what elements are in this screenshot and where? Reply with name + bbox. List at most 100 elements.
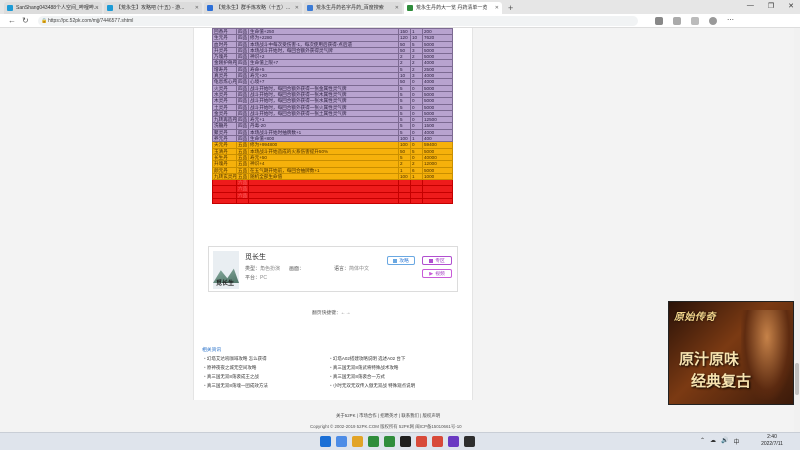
game-type: 类型：角色扮演 (245, 266, 281, 272)
maximize-button[interactable]: ❐ (768, 2, 774, 10)
zone-button[interactable]: 专区 (422, 256, 452, 265)
collections-icon[interactable] (691, 17, 699, 25)
table-cell (236, 197, 249, 205)
table-cell (410, 197, 423, 205)
tab-title: 【荒永生】群手炼攻略（十五）... (216, 5, 291, 11)
table-cell: 四品 (236, 28, 249, 36)
page-jump-hint: 翻页快捷键：←→ (312, 311, 351, 316)
related-news-link[interactable]: 小时无双无双传入傲无双战 特殊观点说明 (330, 381, 415, 390)
related-news-link[interactable]: 真三国无双8荡袭合一方式 (330, 372, 415, 381)
table-cell: 九转玄灵丹 (212, 172, 237, 181)
taskbar-app-icon[interactable] (368, 436, 379, 447)
close-tab-icon[interactable]: ✕ (495, 2, 499, 14)
table-cell: 四品 (236, 53, 249, 61)
address-bar: ← ↻ 🔒 https://pc.52pk.com/mjj/7446577.sh… (0, 14, 800, 28)
related-news-link[interactable]: 幻塔艾达吼咖啡攻略 怎么获得 (204, 354, 268, 363)
gift-icon (429, 258, 434, 263)
toolbar-icons: ⋯ (655, 17, 734, 25)
network-icon[interactable]: ☁ (710, 437, 716, 446)
related-news-link[interactable]: 原神夜夜之城无空间攻略 (204, 363, 268, 372)
taskbar-app-icon[interactable] (352, 436, 363, 447)
table-cell: 四品 (236, 135, 249, 143)
table-cell: 四品 (236, 109, 249, 118)
close-tab-icon[interactable]: ✕ (395, 2, 399, 14)
tab-title: 荒永生丹药名字丹药_百度搜索 (316, 5, 384, 11)
favorites-icon[interactable] (673, 17, 681, 25)
close-window-button[interactable]: ✕ (788, 2, 794, 10)
table-cell: 四品 (236, 84, 249, 92)
table-cell (422, 197, 453, 205)
table-cell: 四品 (236, 59, 249, 67)
tab-title: 【荒永生】攻略吧 (十五) - 游... (116, 5, 185, 11)
start-menu-icon[interactable] (320, 436, 331, 447)
table-cell: 五品 (236, 160, 249, 168)
cover-title: 觅长生 (216, 280, 235, 287)
close-tab-icon[interactable]: ✕ (195, 2, 199, 14)
taskbar-app-icon[interactable] (400, 436, 411, 447)
game-language: 语言：简体中文 (334, 266, 370, 272)
footer-copyright: Copyright © 2002-2019 52PK.COM 版权所有 52PK… (310, 424, 462, 429)
ad-slogan-line2: 经典复古 (691, 372, 752, 390)
table-cell: 六品 (236, 191, 249, 200)
table-cell: 四品 (236, 103, 249, 111)
minimize-button[interactable]: — (747, 2, 754, 10)
table-cell: 五品 (236, 172, 249, 181)
table-cell: 五品 (236, 141, 249, 149)
tab-favicon-icon (407, 5, 413, 11)
table-row (212, 197, 453, 205)
profile-avatar[interactable] (709, 17, 717, 25)
new-tab-button[interactable]: + (508, 2, 513, 14)
taskbar-app-icon[interactable] (416, 436, 427, 447)
browser-tab[interactable]: 荒永生丹药名字丹药_百度搜索 ✕ (304, 2, 402, 14)
table-cell: 四品 (236, 97, 249, 105)
related-news-link[interactable]: 幻塔A02搭建攻略说明 选述A02 台下 (330, 354, 415, 363)
volume-icon[interactable]: 🔊 (721, 437, 728, 446)
browser-tab[interactable]: 荒永生丹药大一览 丹药清单一览 ✕ (404, 2, 502, 14)
related-news-link[interactable]: 真三国无双8荡武将特殊战术攻略 (330, 363, 415, 372)
extension-icon[interactable] (655, 17, 663, 25)
table-cell: 四品 (236, 78, 249, 86)
browser-tab[interactable]: SanShang043488个人空间_哔哩哔... ✕ (4, 2, 102, 14)
table-cell: 四品 (236, 72, 249, 80)
close-tab-icon[interactable]: ✕ (95, 2, 99, 14)
related-list-left: 幻塔艾达吼咖啡攻略 怎么获得原神夜夜之城无空间攻略真三国无双8荡袭成王之战真三国… (204, 354, 268, 390)
table-cell: 六品 (236, 179, 249, 187)
tray-overflow-icon[interactable]: ⌃ (700, 437, 705, 446)
more-menu-button[interactable]: ⋯ (727, 17, 734, 25)
table-cell: 金刚护骨丹 (212, 59, 237, 67)
browser-tab-strip: SanShang043488个人空间_哔哩哔... ✕ 【荒永生】攻略吧 (十五) … (0, 0, 800, 14)
url-input[interactable]: 🔒 https://pc.52pk.com/mjj/7446577.shtml (38, 16, 638, 26)
game-cover-image[interactable]: 觅长生 (213, 251, 239, 289)
lock-icon: 🔒 (41, 18, 48, 24)
taskbar-app-icon[interactable] (432, 436, 443, 447)
refresh-button[interactable]: ↻ (22, 16, 29, 26)
close-tab-icon[interactable]: ✕ (295, 2, 299, 14)
table-cell (398, 197, 411, 205)
input-method-indicator[interactable]: 中 (734, 437, 740, 446)
related-news-link[interactable]: 真三国无双8荡魂一团成效方法 (204, 381, 268, 390)
strategy-button[interactable]: 攻略 (387, 256, 415, 265)
game-name[interactable]: 觅长生 (245, 252, 266, 262)
table-cell: 四品 (236, 34, 249, 42)
back-button[interactable]: ← (8, 16, 16, 26)
table-cell: 四品 (236, 128, 249, 137)
taskbar-clock[interactable]: 2:40 2022/7/11 (755, 434, 789, 448)
table-cell: 九转再造丹 (212, 116, 237, 124)
game-platform: 平台：PC (245, 275, 267, 281)
taskbar-app-icon[interactable] (384, 436, 395, 447)
browser-tab[interactable]: 【荒永生】攻略吧 (十五) - 游... ✕ (104, 2, 202, 14)
play-icon (429, 271, 434, 276)
browser-tab[interactable]: 【荒永生】群手炼攻略（十五）... ✕ (204, 2, 302, 14)
taskbar-app-icon[interactable] (464, 436, 475, 447)
taskbar-app-icon[interactable] (336, 436, 347, 447)
taskbar-app-icon[interactable] (448, 436, 459, 447)
related-news-link[interactable]: 真三国无双8荡袭成王之战 (204, 372, 268, 381)
tab-favicon-icon (207, 5, 213, 11)
video-button[interactable]: 视频 (422, 269, 452, 278)
table-cell: 四品 (236, 40, 249, 48)
scrollbar-thumb[interactable] (795, 363, 799, 395)
tab-list: SanShang043488个人空间_哔哩哔... ✕ 【荒永生】攻略吧 (十五) … (4, 2, 504, 14)
floating-video-ad[interactable]: 原始传奇 原汁原味 经典复古 (668, 301, 794, 405)
footer-links[interactable]: 关于52PK | 市场合作 | 招聘英才 | 联系我们 | 版权声明 (336, 413, 440, 419)
page-scrollbar[interactable] (794, 28, 800, 432)
